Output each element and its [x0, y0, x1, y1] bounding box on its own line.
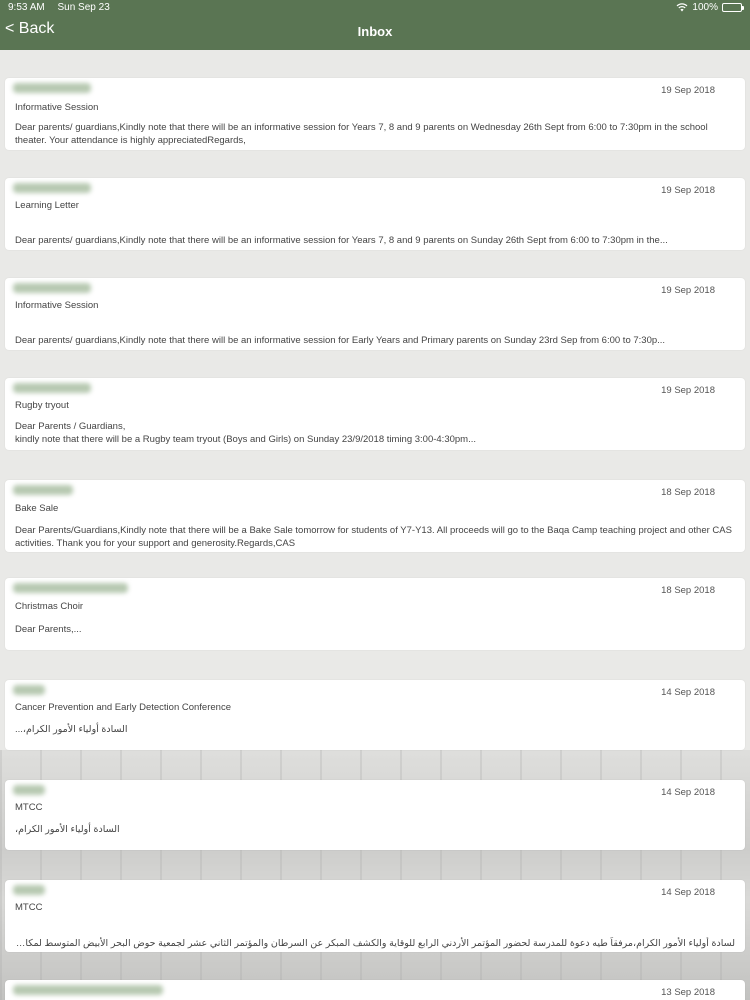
message-preview: لسادة أولياء الأمور الكرام،مرفقاً طيه دع… [15, 938, 735, 949]
message-preview-line: kindly note that there will be a Rugby t… [15, 434, 477, 445]
sender-name-redacted [13, 183, 91, 193]
message-subject: Christmas Choir [15, 601, 84, 612]
message-date: 18 Sep 2018 [661, 487, 715, 498]
message-item[interactable]: 18 Sep 2018 Christmas Choir Dear Parents… [5, 578, 745, 650]
sender-name-redacted [13, 83, 91, 93]
battery-percent: 100% [692, 1, 718, 13]
message-date: 19 Sep 2018 [661, 85, 715, 96]
inbox-screen: 9:53 AM Sun Sep 23 100% < Back Inbox 19 … [0, 0, 750, 1000]
message-date: 19 Sep 2018 [661, 185, 715, 196]
message-item[interactable]: 19 Sep 2018 Informative Session Dear par… [5, 78, 745, 150]
message-preview: السادة أولياء الأمور الكرام، [15, 824, 120, 835]
status-bar: 9:53 AM Sun Sep 23 100% [0, 0, 750, 14]
message-item[interactable]: 13 Sep 2018 [5, 980, 745, 1000]
message-subject: MTCC [15, 902, 43, 913]
status-time: 9:53 AM [8, 1, 45, 13]
back-button[interactable]: < Back [5, 20, 54, 38]
message-subject: Rugby tryout [15, 400, 69, 411]
sender-name-redacted [13, 985, 163, 995]
message-date: 18 Sep 2018 [661, 585, 715, 596]
message-preview: السادة أولياء الأمور الكرام،... [15, 724, 128, 735]
message-preview: Dear parents/ guardians,Kindly note that… [15, 335, 666, 346]
message-preview: Dear parents/ guardians,Kindly note that… [15, 122, 708, 146]
sender-name-redacted [13, 785, 45, 795]
message-date: 19 Sep 2018 [661, 385, 715, 396]
sender-name-redacted [13, 485, 73, 495]
back-label: < Back [5, 20, 55, 37]
message-item[interactable]: 19 Sep 2018 Rugby tryout Dear Parents / … [5, 378, 745, 450]
message-subject: MTCC [15, 802, 43, 813]
message-item[interactable]: 14 Sep 2018 MTCC السادة أولياء الأمور ال… [5, 780, 745, 850]
message-preview: Dear Parents,... [15, 624, 82, 635]
message-list[interactable]: 19 Sep 2018 Informative Session Dear par… [0, 50, 750, 1000]
page-title: Inbox [357, 23, 393, 39]
message-subject: Learning Letter [15, 200, 79, 211]
sender-name-redacted [13, 383, 91, 393]
wifi-icon [676, 2, 688, 11]
message-preview: Dear Parents/Guardians,Kindly note that … [15, 525, 732, 549]
sender-name-redacted [13, 583, 128, 593]
message-item[interactable]: 14 Sep 2018 MTCC لسادة أولياء الأمور الك… [5, 880, 745, 952]
message-subject: Informative Session [15, 300, 99, 311]
sender-name-redacted [13, 885, 45, 895]
status-date: Sun Sep 23 [57, 1, 110, 13]
navigation-bar: < Back Inbox [0, 16, 750, 46]
message-date: 14 Sep 2018 [661, 787, 715, 798]
sender-name-redacted [13, 685, 45, 695]
message-item[interactable]: 18 Sep 2018 Bake Sale Dear Parents/Guard… [5, 480, 745, 552]
battery-icon [722, 2, 744, 12]
sender-name-redacted [13, 283, 91, 293]
message-preview: Dear parents/ guardians,Kindly note that… [15, 235, 668, 246]
message-item[interactable]: 19 Sep 2018 Learning Letter Dear parents… [5, 178, 745, 250]
message-item[interactable]: 14 Sep 2018 Cancer Prevention and Early … [5, 680, 745, 750]
message-item[interactable]: 19 Sep 2018 Informative Session Dear par… [5, 278, 745, 350]
message-date: 19 Sep 2018 [661, 285, 715, 296]
message-date: 14 Sep 2018 [661, 687, 715, 698]
message-subject: Informative Session [15, 102, 99, 113]
message-preview-line: Dear Parents / Guardians, [15, 421, 126, 432]
app-header: 9:53 AM Sun Sep 23 100% < Back Inbox [0, 0, 750, 50]
message-subject: Cancer Prevention and Early Detection Co… [15, 702, 231, 713]
message-date: 14 Sep 2018 [661, 887, 715, 898]
message-date: 13 Sep 2018 [661, 987, 715, 998]
message-subject: Bake Sale [15, 503, 59, 514]
